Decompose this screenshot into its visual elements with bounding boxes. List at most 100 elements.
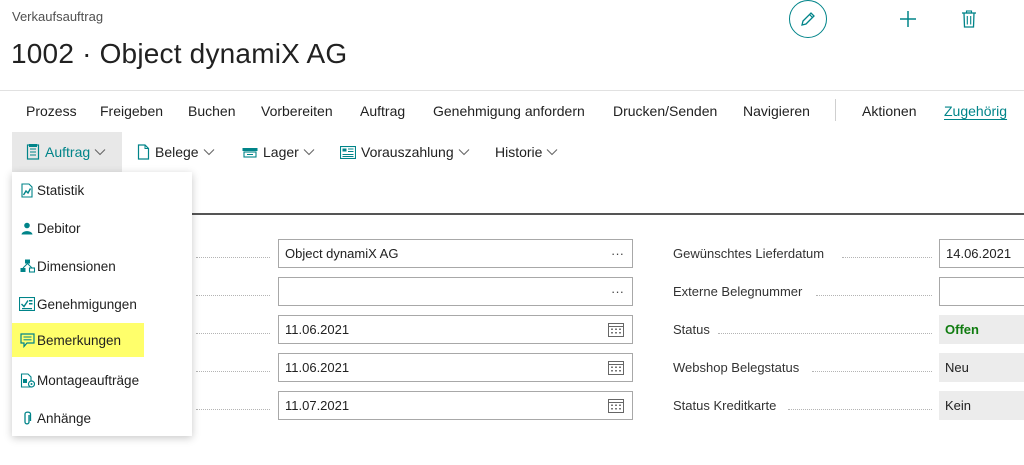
person-icon	[18, 222, 36, 235]
sub-lager-menu[interactable]: Lager	[242, 132, 315, 172]
page-title: 1002 · Object dynamiX AG	[11, 38, 348, 69]
sub-belege-label: Belege	[155, 144, 199, 160]
menu-item-label: Statistik	[37, 182, 85, 198]
action-prozess[interactable]: Prozess	[26, 103, 77, 119]
webshop-status-label: Webshop Belegstatus	[673, 360, 800, 375]
sub-auftrag-label: Auftrag	[45, 144, 91, 160]
menu-item-label: Genehmigungen	[37, 296, 137, 312]
field-leader	[196, 409, 270, 410]
menu-item-label: Dimensionen	[37, 258, 116, 274]
field-leader	[196, 295, 270, 296]
field-leader	[812, 371, 932, 372]
menu-item-anhaenge[interactable]: Anhänge	[12, 401, 192, 435]
warehouse-icon	[242, 146, 258, 158]
sub-historie-label: Historie	[495, 144, 543, 160]
edit-button[interactable]	[789, 0, 827, 38]
sub-historie-menu[interactable]: Historie	[495, 132, 558, 172]
action-navigieren[interactable]: Navigieren	[743, 103, 810, 119]
chart-icon	[18, 182, 36, 198]
credit-card-status-label: Status Kreditkarte	[673, 398, 777, 413]
sub-auftrag-menu[interactable]: Auftrag	[12, 132, 122, 172]
menu-item-label: Montageaufträge	[37, 372, 140, 388]
assembly-icon	[18, 372, 36, 388]
menu-item-genehmigungen[interactable]: Genehmigungen	[12, 287, 192, 321]
field-leader	[816, 295, 932, 296]
customer-name-field[interactable]: Object dynamiX AG ···	[278, 239, 633, 268]
sub-belege-menu[interactable]: Belege	[137, 132, 215, 172]
paperclip-icon	[18, 410, 36, 426]
document-icon	[26, 144, 40, 160]
requested-delivery-date-value: 14.06.2021	[946, 246, 1012, 261]
menu-item-statistik[interactable]: Statistik	[12, 173, 192, 207]
plus-icon	[900, 11, 916, 27]
menu-item-montageauftraege[interactable]: Montageaufträge	[12, 363, 192, 397]
menu-item-bemerkungen[interactable]: Bemerkungen	[12, 323, 144, 357]
action-separator	[835, 99, 836, 121]
field-leader	[196, 257, 270, 258]
sub-action-bar: Auftrag Belege Lager Vorauszahlung Histo…	[0, 132, 1024, 172]
chevron-down-icon	[546, 148, 558, 156]
action-buchen[interactable]: Buchen	[188, 103, 235, 119]
top-actions	[789, 0, 981, 38]
action-aktionen[interactable]: Aktionen	[862, 103, 916, 119]
comment-icon	[18, 332, 36, 348]
new-button[interactable]	[896, 7, 920, 31]
menu-item-label: Bemerkungen	[37, 332, 122, 348]
credit-card-status-value: Kein	[939, 391, 1024, 420]
status-label: Status	[673, 322, 710, 337]
chevron-down-icon	[94, 148, 106, 156]
contact-field[interactable]: ···	[278, 277, 633, 306]
sub-vorauszahlung-label: Vorauszahlung	[361, 144, 454, 160]
calendar-icon[interactable]	[608, 354, 624, 381]
field-leader	[196, 371, 270, 372]
action-bar: Prozess Freigeben Buchen Vorbereiten Auf…	[0, 96, 1024, 126]
action-zugehoerig[interactable]: Zugehörig	[944, 103, 1007, 119]
calendar-icon[interactable]	[608, 392, 624, 419]
menu-item-debitor[interactable]: Debitor	[12, 211, 192, 245]
menu-item-label: Debitor	[37, 220, 81, 236]
field-leader	[788, 409, 932, 410]
pencil-icon	[801, 12, 815, 26]
customer-name-value: Object dynamiX AG	[285, 246, 399, 261]
action-drucken-senden[interactable]: Drucken/Senden	[613, 103, 717, 119]
dimensions-icon	[18, 259, 36, 273]
action-vorbereiten[interactable]: Vorbereiten	[261, 103, 333, 119]
sub-vorauszahlung-menu[interactable]: Vorauszahlung	[340, 132, 470, 172]
lookup-button[interactable]: ···	[611, 240, 624, 267]
posting-date-field[interactable]: 11.06.2021	[278, 353, 633, 382]
chevron-down-icon	[458, 148, 470, 156]
document-date-value: 11.06.2021	[285, 322, 350, 337]
trash-icon	[962, 10, 976, 28]
menu-item-label: Anhänge	[37, 410, 92, 426]
page-icon	[137, 144, 150, 160]
external-document-number-field[interactable]	[939, 277, 1024, 306]
field-leader	[842, 257, 932, 258]
status-value: Offen	[939, 315, 1024, 344]
menu-item-dimensionen[interactable]: Dimensionen	[12, 249, 192, 283]
section-divider	[192, 213, 1024, 215]
approvals-icon	[18, 297, 36, 311]
webshop-status-value: Neu	[939, 353, 1024, 382]
lookup-button[interactable]: ···	[611, 278, 624, 305]
action-freigeben[interactable]: Freigeben	[100, 103, 163, 119]
breadcrumb: Verkaufsauftrag	[12, 9, 104, 24]
calendar-icon[interactable]	[608, 316, 624, 343]
chevron-down-icon	[203, 148, 215, 156]
invoice-icon	[340, 145, 356, 159]
header-divider	[0, 90, 1024, 91]
requested-delivery-date-field[interactable]: 14.06.2021	[939, 239, 1024, 268]
posting-date-value: 11.06.2021	[285, 360, 350, 375]
document-date-field[interactable]: 11.06.2021	[278, 315, 633, 344]
requested-delivery-date-label: Gewünschtes Lieferdatum	[673, 246, 825, 261]
field-leader	[718, 333, 932, 334]
delete-button[interactable]	[957, 7, 981, 31]
action-genehmigung-anfordern[interactable]: Genehmigung anfordern	[433, 103, 585, 119]
due-date-value: 11.07.2021	[285, 398, 350, 413]
action-auftrag[interactable]: Auftrag	[360, 103, 405, 119]
sub-lager-label: Lager	[263, 144, 299, 160]
external-document-number-label: Externe Belegnummer	[673, 284, 803, 299]
chevron-down-icon	[303, 148, 315, 156]
auftrag-dropdown-menu: Statistik Debitor Dimensionen Genehmigun…	[12, 172, 192, 436]
due-date-field[interactable]: 11.07.2021	[278, 391, 633, 420]
field-leader	[196, 333, 270, 334]
